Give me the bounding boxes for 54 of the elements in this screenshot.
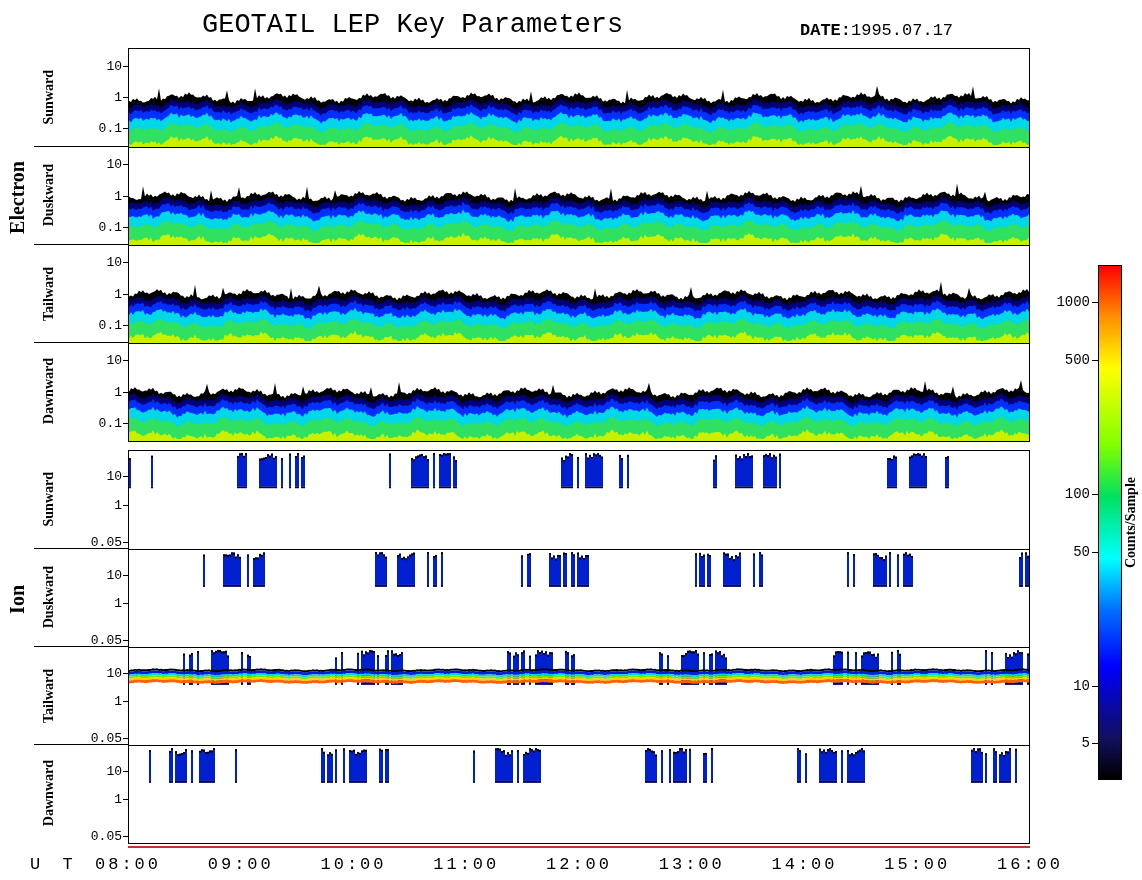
axis-tick-label: 1 [114,596,122,610]
panel-label: Duskward [42,566,56,629]
panel-label: Tailward [42,668,56,723]
panel-label: Sunward [42,471,56,527]
panel-label: Tailward [42,266,56,321]
axis-tick-label: 0.1 [98,220,122,234]
panel-label: Dawnward [42,760,56,827]
color-scale-tick-label: 500 [1064,352,1090,367]
group-label: Electron [7,160,27,234]
axis-tick-label: 0.05 [90,731,122,745]
axis-tick-label: 11:00 [433,856,500,873]
color-scale-tick-label: 1000 [1056,295,1090,309]
panel-label: Dawnward [42,358,56,425]
date-label: DATE: [800,21,851,40]
axis-tick-label: 15:00 [884,856,951,873]
color-scale-label: Counts/Sample [1124,477,1138,568]
axis-tick-label: 1 [114,498,122,512]
group-label: Ion [7,584,27,614]
axis-tick-label: 0.05 [90,829,122,843]
color-scale-tick-label: 50 [1073,544,1090,559]
axis-tick-label: 1 [114,385,122,398]
color-scale-tick-label: 100 [1064,486,1090,501]
axis-tick-label: 0.1 [98,121,122,135]
axis-tick-label: 10 [106,764,122,778]
axis-tick-label: 09:00 [207,856,274,873]
axis-tick-label: 13:00 [658,856,725,873]
plot-title: GEOTAIL LEP Key Parameters [202,12,624,39]
axis-tick-label: 0.1 [98,318,122,332]
axis-tick-label: 10 [106,568,122,582]
axis-tick-label: 14:00 [771,856,838,873]
panel-label: Sunward [42,69,56,125]
date-value: 1995.07.17 [851,21,954,40]
axis-tick-label: 10 [106,255,122,269]
axis-tick-label: 10 [106,59,122,73]
axis-tick-label: 1 [114,189,122,202]
axis-tick-label: 1 [114,90,122,104]
axis-tick-label: 10 [106,469,122,483]
axis-tick-label: 1 [114,694,122,708]
axis-tick-label: 0.05 [90,633,122,647]
axis-tick-label: 10 [106,157,122,171]
axis-tick-label: 0.1 [98,416,122,430]
axis-tick-label: 10 [106,666,122,680]
axis-tick-label: 10:00 [320,856,387,873]
axis-tick-label: 16:00 [997,856,1063,873]
axis-tick-label: 1 [114,287,122,300]
panel-label: Duskward [42,164,56,227]
axis-tick-label: 0.05 [90,535,122,549]
axis-tick-label: 10 [106,353,122,367]
axis-label: U T [30,856,79,873]
color-scale-tick-label: 5 [1081,736,1090,751]
axis-tick-label: 1 [114,792,122,806]
axis-tick-label: 12:00 [546,856,612,873]
axis-tick-label: 08:00 [95,856,161,873]
color-scale-tick-label: 10 [1073,678,1090,693]
